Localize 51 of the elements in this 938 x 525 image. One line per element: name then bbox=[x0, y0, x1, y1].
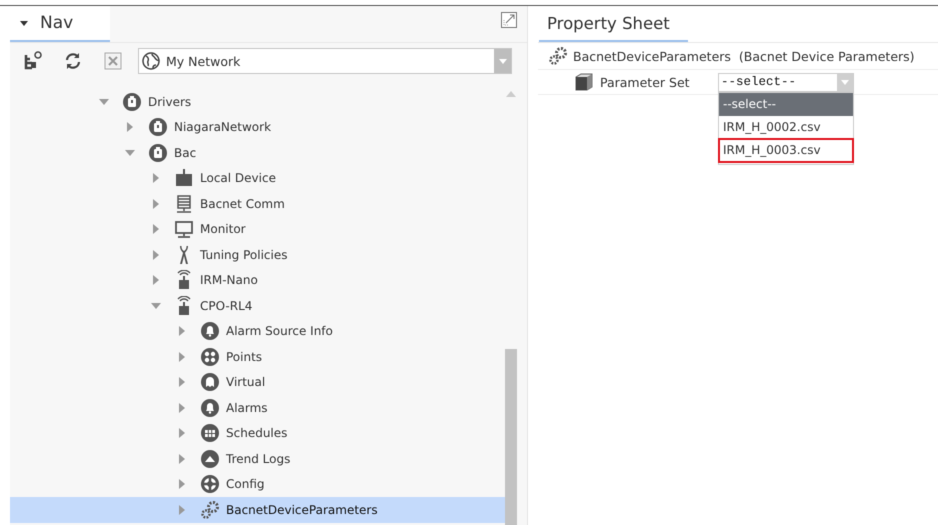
bell-icon bbox=[200, 321, 220, 342]
tree-item[interactable]: IRM-Nano bbox=[10, 268, 505, 293]
monitor-icon bbox=[174, 219, 194, 240]
tree-item[interactable]: BacnetDeviceParameters bbox=[10, 497, 505, 522]
ghost-icon bbox=[200, 372, 220, 392]
server-icon bbox=[174, 194, 194, 214]
tree-item[interactable]: Alarms bbox=[10, 395, 505, 420]
driver-icon bbox=[148, 117, 168, 138]
tree-item[interactable]: NiagaraNetwork bbox=[10, 114, 505, 140]
globe-icon bbox=[142, 52, 160, 70]
cube-icon bbox=[574, 72, 594, 92]
bell-icon bbox=[200, 398, 220, 418]
gears-icon bbox=[200, 500, 220, 520]
lifebuoy-icon bbox=[200, 474, 220, 494]
tree-item[interactable]: Config bbox=[10, 472, 505, 497]
parameter-set-dropdown[interactable]: --select-- bbox=[718, 72, 854, 92]
tree-item[interactable]: Trend Logs bbox=[10, 446, 505, 472]
object-type: (Bacnet Device Parameters) bbox=[738, 48, 915, 64]
object-name: BacnetDeviceParameters bbox=[573, 48, 731, 64]
tree-item[interactable]: Virtual bbox=[10, 370, 505, 395]
close-button[interactable] bbox=[102, 50, 124, 72]
nav-tab[interactable]: Nav bbox=[10, 6, 110, 42]
tree-item[interactable]: Bac bbox=[10, 140, 505, 166]
tree-item[interactable]: Tuning Policies bbox=[10, 242, 505, 268]
calendar-icon bbox=[200, 423, 220, 444]
driver-icon bbox=[122, 92, 142, 112]
property-label: Parameter Set bbox=[600, 74, 691, 90]
dropdown-arrow-icon[interactable] bbox=[498, 58, 506, 64]
new-station-button[interactable] bbox=[22, 50, 44, 72]
dropdown-option[interactable]: IRM_H_0003.csv bbox=[719, 138, 853, 162]
tree-item[interactable]: Alarm Source Info bbox=[10, 318, 505, 344]
maximize-button[interactable] bbox=[501, 12, 519, 30]
tree-item[interactable]: CPO-RL4 bbox=[10, 293, 505, 318]
points-icon bbox=[200, 346, 220, 367]
scroll-up-icon[interactable] bbox=[506, 91, 516, 97]
trend-icon bbox=[200, 448, 220, 469]
scrollbar-thumb[interactable] bbox=[505, 349, 517, 525]
tree-item[interactable]: Drivers bbox=[10, 89, 505, 114]
tree-item[interactable]: Schedules bbox=[10, 420, 505, 446]
dropdown-arrow-icon[interactable] bbox=[841, 80, 849, 84]
tree-item[interactable]: Points bbox=[10, 344, 505, 370]
caret-icon bbox=[20, 20, 28, 26]
network-dropdown[interactable]: My Network bbox=[138, 48, 512, 74]
device-icon bbox=[174, 168, 194, 188]
dropdown-option[interactable]: IRM_H_0002.csv bbox=[719, 116, 853, 138]
tree-item[interactable]: Monitor bbox=[10, 216, 505, 242]
driver-icon bbox=[148, 142, 168, 163]
tree-item[interactable]: Bacnet Comm bbox=[10, 191, 505, 216]
gears-icon bbox=[548, 46, 568, 66]
dropdown-option[interactable]: --select-- bbox=[719, 92, 853, 116]
tree-item[interactable]: Local Device bbox=[10, 166, 505, 191]
